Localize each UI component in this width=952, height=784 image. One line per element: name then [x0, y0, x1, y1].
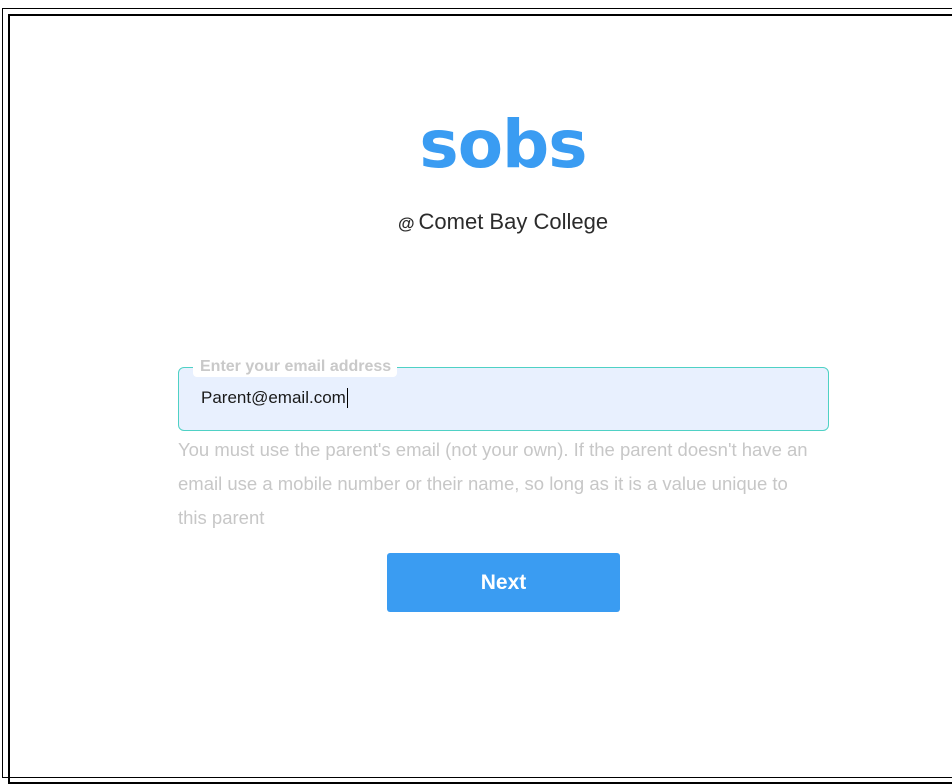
at-icon: @	[397, 214, 415, 233]
school-name: Comet Bay College	[418, 209, 609, 234]
email-help-text: You must use the parent's email (not you…	[178, 439, 808, 528]
next-button[interactable]: Next	[387, 553, 620, 612]
school-subtitle: @ Comet Bay College	[0, 211, 952, 233]
next-button-label: Next	[480, 570, 527, 594]
sobs-logo: sobs	[419, 106, 587, 183]
text-caret	[346, 388, 348, 408]
email-input[interactable]: Parent@email.com	[201, 388, 348, 408]
email-field-label: Enter your email address	[193, 357, 398, 377]
email-input-value: Parent@email.com	[201, 388, 346, 407]
